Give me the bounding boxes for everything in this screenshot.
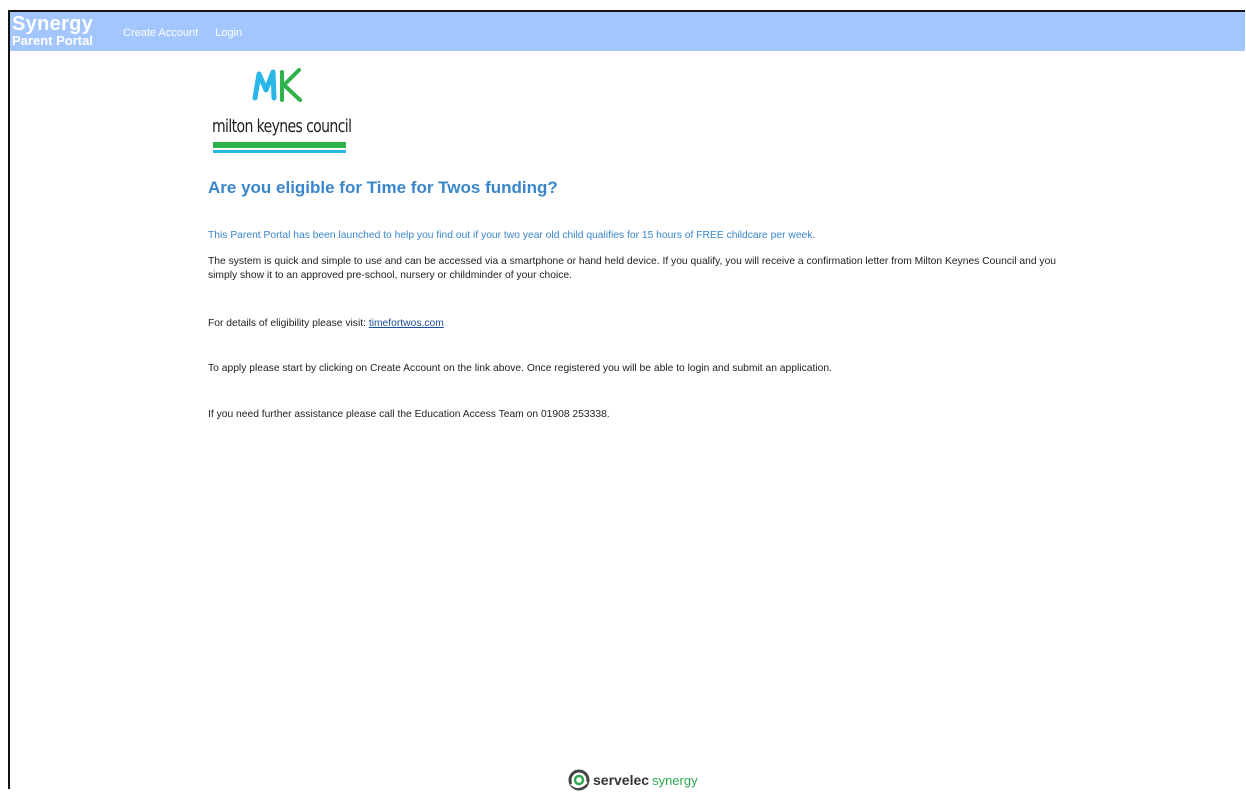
apply-instructions: To apply please start by clicking on Cre… (208, 363, 832, 374)
page-frame: Synergy Parent Portal Create Account Log… (8, 10, 1245, 792)
council-logo: milton keynes council (210, 64, 360, 164)
intro-text: This Parent Portal has been launched to … (208, 230, 816, 241)
main-content: Are you eligible for Time for Twos fundi… (208, 178, 1108, 420)
logo-green-bar (213, 142, 346, 148)
nav-login[interactable]: Login (215, 27, 242, 39)
top-navigation-bar: Synergy Parent Portal Create Account Log… (10, 12, 1245, 51)
footer-brand-servelec: servelec (593, 772, 650, 788)
footer-brand-synergy: synergy (652, 772, 698, 788)
brand-subtitle: Parent Portal (12, 33, 93, 48)
servelec-swirl-icon (568, 769, 590, 791)
brand-logo[interactable]: Synergy Parent Portal (12, 14, 93, 47)
mk-mark-icon (252, 68, 302, 102)
eligibility-line: For details of eligibility please visit:… (208, 317, 444, 331)
council-logo-text: milton keynes council (212, 116, 352, 137)
eligibility-prefix: For details of eligibility please visit: (208, 318, 369, 329)
assistance-text: If you need further assistance please ca… (208, 409, 610, 420)
logo-cyan-bar (213, 150, 346, 153)
timefortwos-link[interactable]: timefortwos.com (369, 318, 444, 329)
nav-create-account[interactable]: Create Account (123, 27, 198, 39)
brand-title: Synergy (12, 13, 94, 35)
footer-logo: servelec synergy (568, 768, 698, 792)
top-nav: Create Account Login (123, 27, 256, 39)
page-heading: Are you eligible for Time for Twos fundi… (208, 178, 558, 197)
system-description: The system is quick and simple to use an… (208, 256, 1057, 281)
